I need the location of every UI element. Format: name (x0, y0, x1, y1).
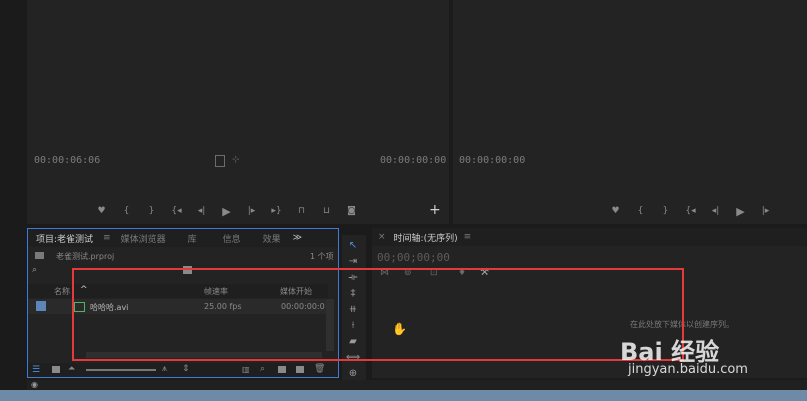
sort-icon[interactable]: ⩚ (162, 364, 167, 374)
play-icon[interactable]: ▶ (728, 204, 753, 218)
timeline-tabbar: × 时间轴:(无序列) ≡ (372, 228, 807, 246)
add-icon[interactable]: + (429, 202, 441, 218)
selection-tool-icon[interactable]: ↖ (342, 237, 364, 253)
camera-icon[interactable]: ◙ (339, 204, 364, 218)
marker-icon[interactable]: ♥ (603, 204, 628, 218)
marker-icon[interactable]: ♥ (89, 204, 114, 218)
column-name[interactable]: 名称 (54, 286, 70, 297)
tab-timeline[interactable]: 时间轴:(无序列) (390, 231, 462, 244)
in-bracket-icon[interactable]: { (114, 204, 139, 218)
new-bin-bottom-icon[interactable] (278, 366, 286, 373)
os-taskbar (0, 390, 807, 401)
find-icon[interactable]: ⌕ (260, 364, 265, 374)
close-icon[interactable]: × (372, 232, 390, 242)
go-to-in-icon[interactable]: {◂ (164, 204, 189, 218)
source-monitor: 00:00:06:06 ⊹ 00:00:00:00 ♥ { } {◂ ◂| ▶ … (27, 0, 449, 224)
tab-project[interactable]: 项目:老雀测试 (28, 232, 101, 245)
freeform-view-icon[interactable]: ⏶ (68, 364, 75, 374)
highlight-box (72, 268, 684, 361)
watermark-url: jingyan.baidu.com (628, 362, 748, 377)
step-forward-icon[interactable]: |▸ (753, 204, 778, 218)
overwrite-icon[interactable]: ⊔ (314, 204, 339, 218)
tab-effects[interactable]: 效果 (253, 232, 291, 245)
step-back-icon[interactable]: ◂| (703, 204, 728, 218)
trash-icon[interactable]: 🗑 (314, 364, 325, 374)
out-bracket-icon[interactable]: } (653, 204, 678, 218)
folder-icon (35, 252, 44, 259)
automate-to-sequence-icon[interactable]: ▥ (242, 365, 250, 374)
tab-info[interactable]: 信息 (211, 232, 253, 245)
tab-media-browser[interactable]: 媒体浏览器 (113, 232, 174, 245)
source-transport-controls: ♥ { } {◂ ◂| ▶ |▸ ▸} ⊓ ⊔ ◙ (89, 204, 364, 218)
audio-wave-icon[interactable]: ⊹ (232, 155, 240, 165)
settings-icon[interactable] (215, 155, 225, 167)
play-icon[interactable]: ▶ (214, 204, 239, 218)
program-monitor: 00:00:00:00 ♥ { } {◂ ◂| ▶ |▸ (453, 0, 807, 224)
zoom-slider[interactable] (86, 369, 156, 371)
source-timecode-current[interactable]: 00:00:06:06 (34, 155, 100, 166)
step-forward-icon[interactable]: |▸ (239, 204, 264, 218)
timeline-timecode[interactable]: 00;00;00;00 (377, 251, 450, 264)
more-panels-icon[interactable]: ≫ (291, 233, 304, 243)
tab-libraries[interactable]: 库 (174, 232, 211, 245)
insert-icon[interactable]: ⊓ (289, 204, 314, 218)
label-color-swatch[interactable] (36, 301, 46, 311)
sort-order-icon[interactable]: ⇕ (182, 364, 190, 374)
go-to-in-icon[interactable]: {◂ (678, 204, 703, 218)
project-tabbar: 项目:老雀测试 ≡ 媒体浏览器 库 信息 效果 ≫ (28, 229, 338, 247)
search-icon[interactable]: ⌕ (32, 265, 37, 275)
icon-view-icon[interactable] (52, 366, 60, 373)
project-file-name: 老雀测试.prproj (56, 252, 115, 261)
list-view-icon[interactable]: ☰ (32, 365, 40, 375)
watermark: Bai 经验 jingyan.baidu.com (618, 332, 788, 382)
program-timecode-current[interactable]: 00:00:00:00 (459, 155, 525, 166)
in-bracket-icon[interactable]: { (628, 204, 653, 218)
status-strip: ◉ (27, 380, 807, 390)
track-select-tool-icon[interactable]: ⇥ (342, 253, 364, 269)
go-to-out-icon[interactable]: ▸} (264, 204, 289, 218)
step-back-icon[interactable]: ◂| (189, 204, 214, 218)
status-icon[interactable]: ◉ (31, 380, 38, 389)
pen-tool-icon[interactable]: ⊕ (342, 365, 364, 381)
source-timecode-duration: 00:00:00:00 (380, 155, 447, 166)
program-transport-controls: ♥ { } {◂ ◂| ▶ |▸ (603, 204, 778, 218)
out-bracket-icon[interactable]: } (139, 204, 164, 218)
item-count: 1 个项 (310, 252, 334, 261)
project-bottom-toolbar: ☰ ⏶ ⩚ ⇕ ▥ ⌕ 🗑 (28, 363, 338, 377)
panel-menu-icon[interactable]: ≡ (462, 232, 474, 242)
new-item-icon[interactable] (296, 366, 304, 373)
panel-menu-icon[interactable]: ≡ (101, 233, 113, 243)
